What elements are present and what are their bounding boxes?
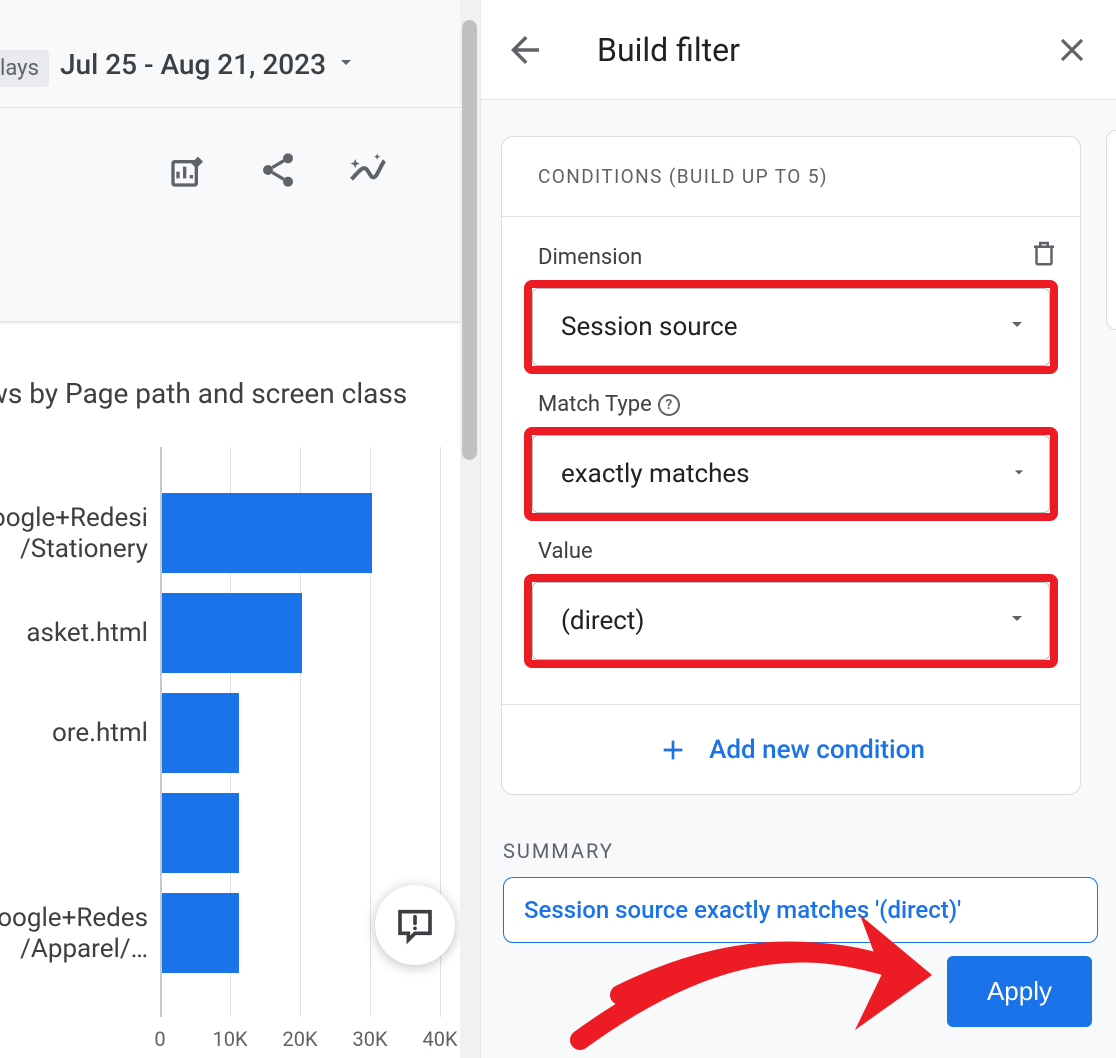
bar[interactable]: [162, 693, 239, 773]
conditions-card: CONDITIONS (BUILD UP TO 5) Dimension Ses…: [501, 136, 1081, 795]
date-range-label: Jul 25 - Aug 21, 2023: [60, 48, 326, 81]
panel-title: Build filter: [569, 31, 1028, 69]
conditions-card-label: CONDITIONS (BUILD UP TO 5): [502, 137, 1080, 217]
bar[interactable]: [162, 893, 239, 973]
bar[interactable]: [162, 593, 302, 673]
dimension-select[interactable]: Session source: [532, 288, 1050, 366]
close-button[interactable]: [1044, 22, 1100, 78]
add-condition-button[interactable]: Add new condition: [502, 704, 1080, 794]
x-tick: 10K: [212, 1027, 247, 1051]
caret-down-icon: [334, 48, 358, 81]
summary-chip[interactable]: Session source exactly matches '(direct)…: [503, 877, 1098, 943]
annotation-highlight: (direct): [524, 574, 1058, 668]
plus-icon: [657, 734, 689, 766]
help-icon[interactable]: ?: [658, 394, 680, 416]
dimension-value: Session source: [561, 312, 1005, 342]
panel-header: Build filter: [481, 0, 1116, 100]
report-toolbar: [0, 108, 460, 323]
bar-label: oogle+Redesi/Stationery: [0, 503, 148, 565]
apply-button[interactable]: Apply: [947, 956, 1092, 1027]
chart-title: ews by Page path and screen class: [0, 377, 407, 410]
insights-icon[interactable]: [346, 148, 390, 192]
scrollbar[interactable]: [460, 0, 480, 1058]
x-tick: 30K: [352, 1027, 387, 1051]
side-panel-handle[interactable]: [1106, 130, 1116, 330]
feedback-fab[interactable]: [375, 885, 455, 965]
bar[interactable]: [162, 793, 239, 873]
annotation-highlight: Session source: [524, 280, 1058, 374]
bar-label: asket.html: [0, 618, 148, 649]
summary-label: SUMMARY: [503, 839, 1116, 863]
value-select[interactable]: (direct): [532, 582, 1050, 660]
caret-down-icon: [1009, 459, 1029, 489]
match-type-select[interactable]: exactly matches: [532, 435, 1050, 513]
share-icon[interactable]: [256, 148, 300, 192]
x-tick: 0: [154, 1027, 165, 1051]
dimension-label: Dimension: [538, 245, 1058, 270]
topbar: lays Jul 25 - Aug 21, 2023: [0, 0, 460, 108]
add-condition-label: Add new condition: [709, 735, 925, 765]
x-tick: 20K: [282, 1027, 317, 1051]
value-label: Value: [538, 539, 1058, 564]
bar[interactable]: [162, 493, 372, 573]
match-type-label: Match Type ?: [538, 392, 1058, 417]
preset-days-chip[interactable]: lays: [0, 50, 49, 87]
x-tick: 40K: [422, 1027, 457, 1051]
back-button[interactable]: [497, 22, 553, 78]
annotation-highlight: exactly matches: [524, 427, 1058, 521]
bar-label: oogle+Redes/Apparel/…: [0, 903, 148, 965]
caret-down-icon: [1005, 312, 1029, 343]
report-pane: lays Jul 25 - Aug 21, 2023: [0, 0, 460, 1058]
caret-down-icon: [1005, 606, 1029, 637]
scrollbar-thumb[interactable]: [462, 20, 477, 460]
date-range-picker[interactable]: Jul 25 - Aug 21, 2023: [60, 48, 358, 81]
delete-condition-button[interactable]: [1026, 235, 1062, 271]
match-type-value: exactly matches: [561, 459, 1009, 489]
value-value: (direct): [561, 606, 1005, 636]
bar-label: ore.html: [0, 718, 148, 749]
customize-report-icon[interactable]: [166, 148, 210, 192]
filter-panel: Build filter CONDITIONS (BUILD UP TO 5) …: [480, 0, 1116, 1058]
